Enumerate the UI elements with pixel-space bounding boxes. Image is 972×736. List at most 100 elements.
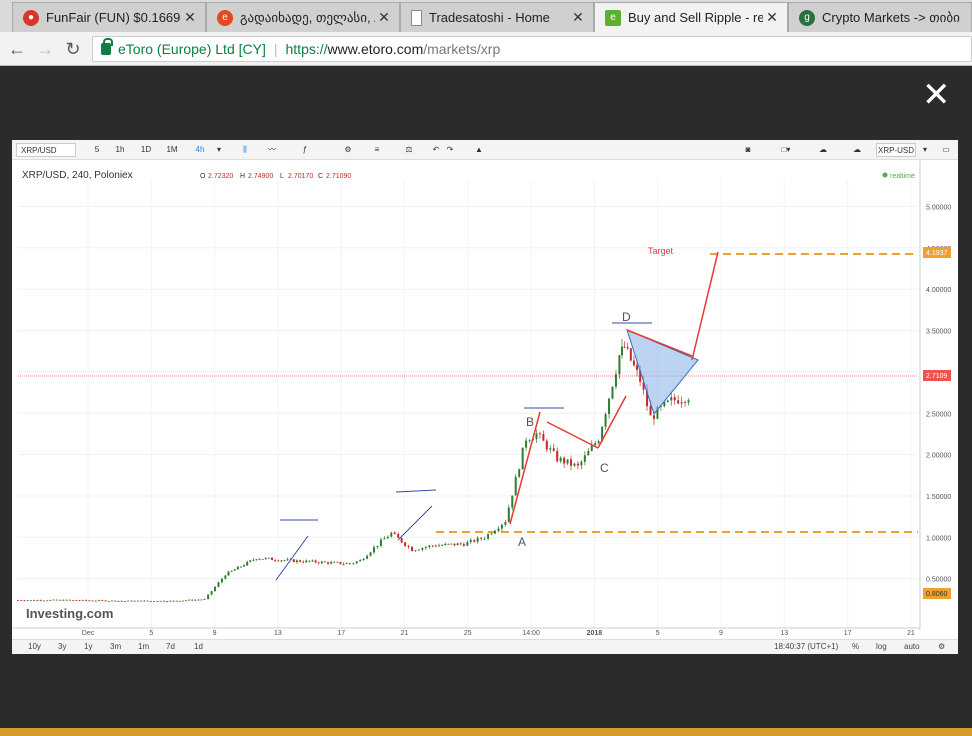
range-10y[interactable]: 10y	[28, 642, 41, 651]
interval-dropdown-icon[interactable]: ▾	[214, 143, 224, 157]
candle-body	[518, 469, 521, 477]
funfair-icon: ●	[23, 9, 39, 26]
alert-icon[interactable]: ▲	[472, 143, 486, 157]
candle-body	[379, 539, 382, 546]
symbol-dropdown-icon[interactable]: ▾	[920, 143, 930, 157]
candle-body	[456, 543, 459, 546]
scale-icon[interactable]: ⚖	[400, 143, 418, 157]
candle-body	[390, 532, 393, 537]
candle-body	[469, 539, 472, 543]
candle-body	[327, 562, 330, 564]
candle-body	[243, 565, 246, 567]
candle-body	[614, 374, 617, 387]
interval-1d[interactable]: 1D	[138, 143, 154, 157]
chart-panel: XRP/USD 5 1h 1D 1M 4h ▾ ⫼ 〰 ƒ ⚙ ≡ ⚖ ↶ ↷ …	[12, 140, 958, 654]
ohlc-high: 2.74900	[248, 173, 273, 180]
tab-crypto-markets[interactable]: g Crypto Markets -> თიბი	[788, 2, 972, 32]
fullscreen-icon[interactable]: ▭	[938, 143, 954, 157]
candle-body	[249, 560, 252, 562]
layout-icon[interactable]: □▾	[772, 143, 800, 157]
interval-1m[interactable]: 1M	[164, 143, 180, 157]
candle-body	[623, 346, 626, 348]
candle-body	[233, 569, 236, 571]
candle-body	[143, 600, 146, 602]
wave-a-b-line	[509, 411, 541, 525]
candle-body	[153, 600, 156, 602]
price-axis: 5.000004.500004.000003.500003.000002.500…	[919, 160, 951, 630]
percent-scale-toggle[interactable]: %	[852, 642, 859, 651]
range-3y[interactable]: 3y	[58, 642, 66, 651]
ohlc-open-label: O	[200, 173, 206, 180]
candle-body	[17, 600, 19, 601]
cloud-load-icon[interactable]: ☁	[812, 143, 834, 157]
candle-body	[246, 561, 249, 566]
candle-body	[573, 463, 576, 466]
undo-icon[interactable]: ↶	[430, 143, 442, 157]
close-tab-icon[interactable]: ✕	[375, 9, 393, 26]
chart-toolbar: XRP/USD 5 1h 1D 1M 4h ▾ ⫼ 〰 ƒ ⚙ ≡ ⚖ ↶ ↷ …	[12, 140, 958, 160]
blue-trend-line-1	[275, 535, 309, 581]
back-button[interactable]: ←	[6, 39, 28, 60]
settings-gear-icon[interactable]: ⚙	[938, 642, 945, 651]
camera-icon[interactable]: ◙	[738, 143, 758, 157]
settings-gear-icon[interactable]: ⚙	[340, 143, 356, 157]
interval-5[interactable]: 5	[90, 143, 104, 157]
blue-trend-line-2	[397, 505, 433, 541]
ohlc-low-label: L	[280, 173, 284, 180]
indicators-icon[interactable]: ƒ	[294, 143, 316, 157]
redo-icon[interactable]: ↷	[444, 143, 456, 157]
close-tab-icon[interactable]: ✕	[569, 9, 587, 26]
close-tab-icon[interactable]: ✕	[181, 9, 199, 26]
label-d: D	[622, 310, 631, 324]
x-tick-label: 21	[907, 630, 915, 637]
reload-button[interactable]: ↻	[62, 39, 84, 60]
compare-symbol-input[interactable]: XRP-USD	[876, 143, 916, 157]
candle-body	[348, 563, 351, 565]
url-scheme: https://	[285, 41, 328, 57]
candle-body	[434, 545, 437, 547]
candle-body	[355, 561, 358, 564]
url-host: www.etoro.com	[327, 41, 424, 57]
interval-1h[interactable]: 1h	[112, 143, 128, 157]
tab-telasi[interactable]: e გადაიხადე, თელასი, A ✕	[206, 2, 400, 32]
candles-icon[interactable]: ⫼	[236, 143, 254, 157]
candle-body	[417, 549, 420, 551]
symbol-input[interactable]: XRP/USD	[16, 143, 76, 157]
candle-body	[447, 543, 450, 545]
range-1m[interactable]: 1m	[138, 642, 149, 651]
ohlc-high-label: H	[240, 173, 245, 180]
candle-body	[545, 440, 548, 450]
line-style-icon[interactable]: 〰	[262, 143, 282, 157]
candle-body	[314, 560, 317, 563]
log-scale-toggle[interactable]: log	[876, 642, 887, 651]
candle-body	[224, 575, 227, 579]
candle-body	[46, 600, 49, 602]
candle-body	[444, 543, 447, 546]
close-modal-icon[interactable]: ✕	[922, 78, 951, 112]
url-divider: |	[273, 41, 278, 57]
close-tab-icon[interactable]: ✕	[763, 9, 781, 26]
tab-etoro-ripple[interactable]: e Buy and Sell Ripple - real ✕	[594, 2, 788, 32]
tab-tradesatoshi[interactable]: Tradesatoshi - Home ✕	[400, 2, 594, 32]
interval-4h[interactable]: 4h	[190, 143, 210, 157]
auto-scale-toggle[interactable]: auto	[904, 642, 920, 651]
range-3m[interactable]: 3m	[110, 642, 121, 651]
forward-button[interactable]: →	[34, 39, 56, 60]
candle-body	[411, 546, 414, 552]
range-1d[interactable]: 1d	[194, 642, 203, 651]
range-7d[interactable]: 7d	[166, 642, 175, 651]
site-identity[interactable]: eToro (Europe) Ltd [CY]	[118, 41, 266, 57]
price-chart[interactable]: XRP/USD, 240, Poloniex O 2.72320 H 2.749…	[12, 160, 958, 639]
range-1y[interactable]: 1y	[84, 642, 92, 651]
x-tick-label: 13	[274, 630, 282, 637]
cloud-save-icon[interactable]: ☁	[846, 143, 868, 157]
candle-body	[400, 537, 403, 543]
wave-c-d-line	[597, 395, 627, 449]
candle-body	[594, 443, 597, 446]
url-omnibox[interactable]: eToro (Europe) Ltd [CY] | https://www.et…	[92, 36, 972, 62]
url-text[interactable]: https://www.etoro.com/markets/xrp	[286, 41, 501, 57]
y-tick-label: 5.00000	[926, 205, 951, 212]
tab-funfair[interactable]: ● FunFair (FUN) $0.166986 ✕	[12, 2, 206, 32]
compare-icon[interactable]: ≡	[368, 143, 386, 157]
candle-body	[91, 600, 94, 602]
